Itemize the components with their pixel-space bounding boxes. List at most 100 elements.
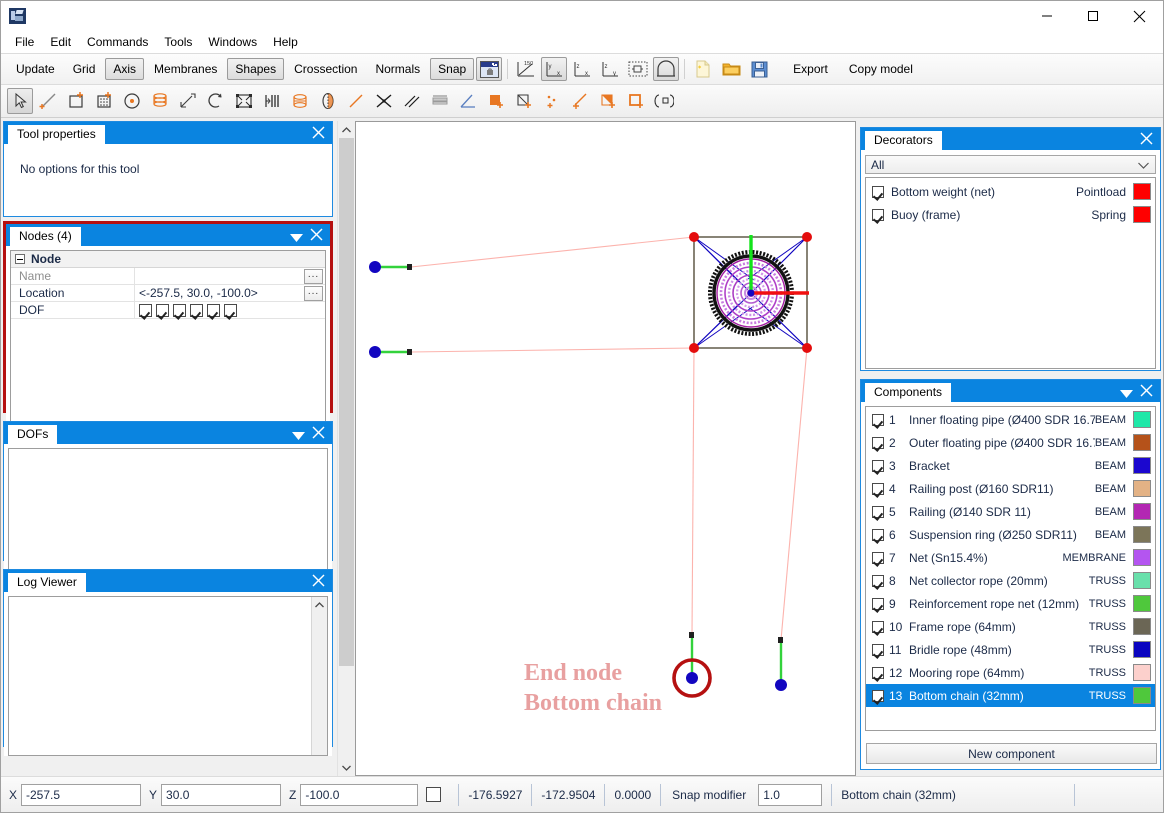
zoom-extents-icon[interactable] (625, 57, 651, 81)
axis-zx-icon[interactable]: z x (569, 57, 595, 81)
menu-edit[interactable]: Edit (42, 32, 79, 52)
menu-file[interactable]: File (7, 32, 42, 52)
decorator-checkbox[interactable] (872, 208, 884, 221)
component-visibility-checkbox[interactable] (872, 643, 884, 656)
new-file-icon[interactable] (690, 57, 716, 81)
screenshot-lock-icon[interactable] (476, 57, 503, 81)
chevron-down-icon[interactable] (290, 231, 303, 245)
component-visibility-checkbox[interactable] (872, 482, 884, 495)
decorators-list[interactable]: Bottom weight (net) Pointload Buoy (fram… (865, 177, 1156, 369)
component-visibility-checkbox[interactable] (872, 574, 884, 587)
export-button[interactable]: Export (785, 58, 836, 80)
dof-checkbox-5[interactable] (207, 303, 220, 317)
component-color-swatch[interactable] (1133, 664, 1151, 681)
component-visibility-checkbox[interactable] (872, 551, 884, 564)
log-viewer-tab[interactable]: Log Viewer (8, 573, 86, 592)
decorator-color-swatch[interactable] (1133, 183, 1151, 200)
new-component-button[interactable]: New component (866, 743, 1157, 764)
component-row[interactable]: 12 Mooring rope (64mm) TRUSS (866, 661, 1155, 684)
log-scrollbar[interactable] (311, 597, 327, 755)
half-circle-tool[interactable] (315, 88, 341, 114)
fit-selection-tool[interactable] (231, 88, 257, 114)
log-output-area[interactable] (8, 596, 328, 756)
scroll-down-icon[interactable] (338, 759, 355, 776)
component-row[interactable]: 5 Railing (Ø140 SDR 11) BEAM (866, 500, 1155, 523)
snap-modifier-input[interactable]: 1.0 (758, 783, 823, 806)
toggle-axis[interactable]: Axis (105, 58, 145, 80)
add-nodes-tool[interactable] (539, 88, 565, 114)
components-tab[interactable]: Components (865, 383, 952, 402)
component-row[interactable]: 10 Frame rope (64mm) TRUSS (866, 615, 1155, 638)
add-point-circle-tool[interactable] (119, 88, 145, 114)
component-color-swatch[interactable] (1133, 411, 1151, 428)
scroll-thumb[interactable] (339, 138, 354, 666)
dof-checkbox-1[interactable] (139, 303, 152, 317)
nodes-tab[interactable]: Nodes (4) (10, 227, 81, 246)
add-polygon-tool[interactable] (511, 88, 537, 114)
save-disk-icon[interactable] (746, 57, 772, 81)
property-value[interactable] (135, 268, 304, 285)
add-surface-tool[interactable] (483, 88, 509, 114)
dof-checkbox-4[interactable] (190, 303, 203, 317)
decorators-tab[interactable]: Decorators (865, 131, 942, 150)
component-color-swatch[interactable] (1133, 480, 1151, 497)
add-rectangle-tool[interactable] (63, 88, 89, 114)
toggle-crossection[interactable]: Crossection (286, 58, 365, 80)
component-row[interactable]: 7 Net (Sn15.4%) MEMBRANE (866, 546, 1155, 569)
add-grid-tool[interactable] (91, 88, 117, 114)
rotate-tool[interactable] (203, 88, 229, 114)
component-visibility-checkbox[interactable] (872, 528, 884, 541)
toggle-grid[interactable]: Grid (65, 58, 104, 80)
y-input[interactable]: 30.0 (161, 783, 282, 806)
collapse-expander-icon[interactable] (15, 254, 25, 264)
copy-model-button[interactable]: Copy model (841, 58, 921, 80)
axis-yx-icon[interactable]: y x (541, 57, 568, 81)
component-visibility-checkbox[interactable] (872, 597, 884, 610)
add-membrane-tool[interactable] (595, 88, 621, 114)
dofs-tab[interactable]: DOFs (8, 425, 58, 444)
x-input[interactable]: -257.5 (21, 783, 142, 806)
component-visibility-checkbox[interactable] (872, 666, 884, 679)
intersect-tool[interactable] (371, 88, 397, 114)
component-color-swatch[interactable] (1133, 549, 1151, 566)
component-row[interactable]: 4 Railing post (Ø160 SDR11) BEAM (866, 477, 1155, 500)
open-folder-icon[interactable] (718, 57, 744, 81)
property-value[interactable]: <-257.5, 30.0, -100.0> (135, 285, 304, 302)
close-icon[interactable] (309, 227, 324, 242)
toggle-normals[interactable]: Normals (367, 58, 428, 80)
close-icon[interactable] (1139, 131, 1154, 146)
toggle-snap[interactable]: Snap (430, 58, 475, 80)
angle-measure-tool[interactable] (455, 88, 481, 114)
component-row[interactable]: 9 Reinforcement rope net (12mm) TRUSS (866, 592, 1155, 615)
component-color-swatch[interactable] (1133, 572, 1151, 589)
component-row[interactable]: 2 Outer floating pipe (Ø400 SDR 16.7) BEAM (866, 431, 1155, 454)
3d-viewport[interactable]: End node Bottom chain (355, 121, 856, 776)
close-icon[interactable] (1139, 383, 1154, 398)
scale-tool[interactable] (175, 88, 201, 114)
select-arrow-tool[interactable] (7, 88, 33, 114)
scroll-up-icon[interactable] (338, 121, 355, 138)
location-ellipsis-button[interactable]: ... (304, 285, 323, 301)
single-line-tool[interactable] (343, 88, 369, 114)
component-visibility-checkbox[interactable] (872, 689, 884, 702)
mirror-tool[interactable] (651, 88, 677, 114)
component-visibility-checkbox[interactable] (872, 620, 884, 633)
component-color-swatch[interactable] (1133, 687, 1151, 704)
scroll-up-icon[interactable] (312, 597, 327, 612)
component-color-swatch[interactable] (1133, 526, 1151, 543)
add-truss-tool[interactable] (567, 88, 593, 114)
list-item[interactable]: Buoy (frame) Spring (866, 203, 1155, 226)
array-tool[interactable] (259, 88, 285, 114)
layers-tool[interactable] (427, 88, 453, 114)
component-row[interactable]: 1 Inner floating pipe (Ø400 SDR 16.7) BEAM (866, 408, 1155, 431)
add-plate-tool[interactable] (623, 88, 649, 114)
z-input[interactable]: -100.0 (300, 783, 419, 806)
component-row[interactable]: 13 Bottom chain (32mm) TRUSS (866, 684, 1155, 707)
cylinder-mesh-tool[interactable] (287, 88, 313, 114)
component-color-swatch[interactable] (1133, 434, 1151, 451)
arch-shape-icon[interactable] (653, 57, 680, 81)
menu-commands[interactable]: Commands (79, 32, 156, 52)
component-color-swatch[interactable] (1133, 641, 1151, 658)
dof-checkbox-2[interactable] (156, 303, 169, 317)
toggle-update[interactable]: Update (8, 58, 63, 80)
